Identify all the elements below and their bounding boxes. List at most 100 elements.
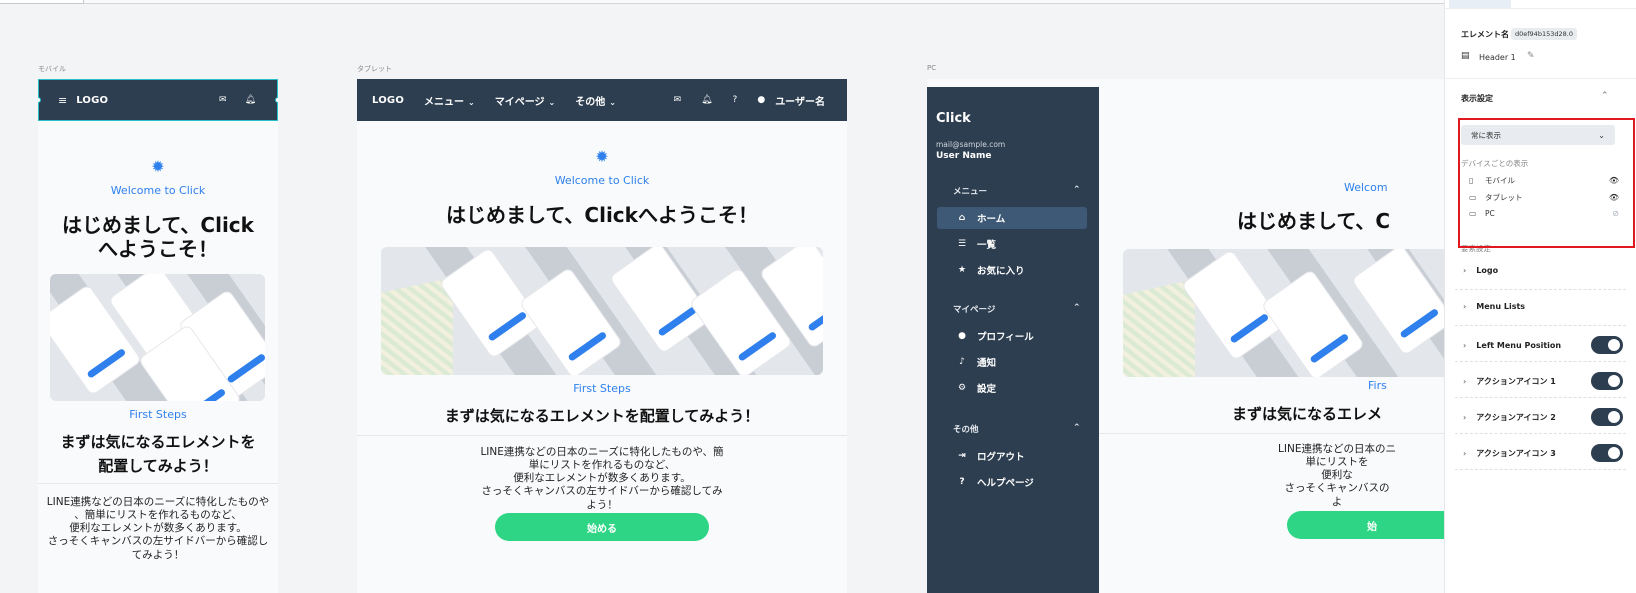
tablet-logo[interactable]: LOGO <box>372 95 404 106</box>
desc-line: てみよう！ <box>131 548 185 561</box>
divider <box>1455 469 1626 470</box>
mobile-steps-title-line2: 配置してみよう！ <box>98 457 218 475</box>
mobile-description: LINE連携などの日本のニーズに特化したものや 、簡単にリストを作れるものなど、… <box>42 496 274 562</box>
properties-panel: エレメント名 d0ef94b153d28.0 ▤ Header 1 ✎ 表示設定… <box>1444 0 1636 593</box>
nav-other[interactable]: その他 ⌄ <box>575 93 616 108</box>
chevron-up-icon[interactable]: ⌃ <box>1601 91 1609 101</box>
toggle-switch[interactable] <box>1591 408 1623 426</box>
pc-brand[interactable]: Click <box>936 111 971 126</box>
desc-line: 、簡単にリストを作れるものなど、 <box>74 509 242 522</box>
element-id-chip: d0ef94b153d28.0 <box>1511 28 1577 40</box>
bell-icon[interactable]: 🔔︎ <box>245 95 256 105</box>
settings-row-left-menu[interactable]: › Left Menu Position <box>1463 336 1623 354</box>
nav-menu[interactable]: メニュー ⌄ <box>424 93 475 108</box>
pencil-icon[interactable]: ✎ <box>1527 51 1535 61</box>
desc-line: LINE連携などの日本のニーズに特化したものや <box>46 496 270 508</box>
tablet-welcome: Welcome to Click <box>554 174 650 187</box>
gear-icon: ⚙ <box>957 383 967 393</box>
tablet-header[interactable]: LOGO メニュー ⌄ マイページ ⌄ その他 ⌄ ✉ 🔔︎ ? ● ユーザー名 <box>357 79 847 121</box>
start-button[interactable]: 始める <box>495 513 709 541</box>
sidebar-item-help[interactable]: ? ヘルプページ <box>937 471 1087 493</box>
sidebar-item-settings[interactable]: ⚙ 設定 <box>937 377 1087 399</box>
sun-icon: ✹ <box>151 157 165 176</box>
tab-style[interactable] <box>1449 0 1511 8</box>
chevron-right-icon: › <box>1463 412 1467 422</box>
desc-line: 便利な <box>1321 469 1353 482</box>
home-icon: ⌂ <box>958 213 966 223</box>
mobile-first-steps: First Steps <box>129 408 187 421</box>
highlight-box <box>1458 118 1635 248</box>
pc-welcome: Welcom <box>1344 181 1388 194</box>
display-settings-label[interactable]: 表示設定 <box>1461 93 1493 104</box>
section-menu[interactable]: メニュー ⌃ <box>953 185 1081 197</box>
start-button[interactable]: 始 <box>1287 511 1444 539</box>
tablet-frame[interactable]: LOGO メニュー ⌄ マイページ ⌄ その他 ⌄ ✉ 🔔︎ ? ● ユーザー名 ✹ … <box>357 79 847 593</box>
element-name-label: エレメント名 <box>1461 30 1509 39</box>
frame-label-pc: PC <box>927 64 937 72</box>
chevron-right-icon: › <box>1463 448 1467 458</box>
desc-line: LINE連携などの日本のニーズに特化したものや、簡 <box>480 446 724 458</box>
pc-frame[interactable]: Click mail@sample.com User Name メニュー ⌃ ⌂ ホ… <box>927 79 1444 593</box>
divider <box>1445 8 1636 9</box>
hamburger-icon[interactable]: ≡ <box>58 94 67 107</box>
canvas-tab[interactable] <box>0 0 84 4</box>
desc-line: よう！ <box>586 498 618 511</box>
toggle-switch[interactable] <box>1591 372 1623 390</box>
mobile-header[interactable]: ≡ LOGO ✉ 🔔︎ <box>38 79 278 121</box>
divider <box>357 435 847 436</box>
sidebar-item-profile[interactable]: ● プロフィール <box>937 325 1087 347</box>
pc-hero-image <box>1123 249 1444 377</box>
settings-row-action-icon-2[interactable]: › アクションアイコン 2 <box>1463 408 1623 426</box>
desc-line: LINE連携などの日本のニ <box>1278 443 1396 455</box>
help-icon: ? <box>959 477 965 487</box>
person-icon: ● <box>958 331 966 341</box>
divider <box>1099 433 1444 434</box>
pc-user-name: User Name <box>936 151 992 161</box>
canvas-top-strip <box>0 0 1444 4</box>
settings-row-logo[interactable]: › Logo <box>1463 266 1623 275</box>
sidebar-item-notifications[interactable]: ♪ 通知 <box>937 351 1087 373</box>
sidebar-item-list[interactable]: ☰ 一覧 <box>937 233 1087 255</box>
bell-icon[interactable]: 🔔︎ <box>701 95 712 105</box>
mail-icon[interactable]: ✉ <box>219 95 227 105</box>
user-icon[interactable]: ● <box>757 95 765 105</box>
chevron-right-icon: › <box>1463 266 1467 275</box>
divider <box>1455 397 1626 398</box>
help-icon[interactable]: ? <box>733 95 738 105</box>
chevron-right-icon: › <box>1463 376 1467 386</box>
sidebar-item-logout[interactable]: ⇥ ログアウト <box>937 445 1087 467</box>
tablet-title: はじめまして、Clickへようこそ！ <box>446 203 758 227</box>
desc-line: 単にリストを <box>1305 456 1369 469</box>
toggle-switch[interactable] <box>1591 444 1623 462</box>
mobile-hero-image <box>50 274 265 401</box>
section-mypage[interactable]: マイページ ⌃ <box>953 303 1081 315</box>
toggle-switch[interactable] <box>1591 336 1623 354</box>
settings-row-menu-lists[interactable]: › Menu Lists <box>1463 302 1623 311</box>
mobile-frame[interactable]: ≡ LOGO ✉ 🔔︎ ✹ Welcome to Click はじめまして、Cl… <box>38 79 278 593</box>
tablet-steps-title: まずは気になるエレメントを配置してみよう！ <box>444 407 760 425</box>
list-icon: ☰ <box>957 239 967 249</box>
resize-handle-right[interactable] <box>275 97 278 103</box>
mail-icon[interactable]: ✉ <box>674 95 682 105</box>
settings-row-action-icon-3[interactable]: › アクションアイコン 3 <box>1463 444 1623 462</box>
nav-mypage[interactable]: マイページ ⌄ <box>495 93 556 108</box>
bell-icon: ♪ <box>959 357 965 367</box>
mobile-logo[interactable]: LOGO <box>76 95 108 106</box>
divider <box>1455 289 1626 290</box>
chevron-up-icon: ⌃ <box>1073 303 1081 313</box>
section-other[interactable]: その他 ⌃ <box>953 423 1081 435</box>
pc-steps-title: まずは気になるエレメ <box>1232 405 1383 423</box>
tablet-hero-image <box>381 247 823 375</box>
tablet-first-steps: First Steps <box>573 382 631 395</box>
divider <box>1455 361 1626 362</box>
component-name: Header 1 <box>1479 53 1516 62</box>
sun-icon: ✹ <box>595 147 609 166</box>
divider <box>38 483 278 484</box>
pc-sidebar: Click mail@sample.com User Name メニュー ⌃ ⌂ ホ… <box>927 87 1099 593</box>
sidebar-item-favorites[interactable]: ★ お気に入り <box>937 259 1087 281</box>
mobile-welcome: Welcome to Click <box>110 184 206 197</box>
desc-line: 単にリストを作れるものなど、 <box>528 459 676 472</box>
settings-row-action-icon-1[interactable]: › アクションアイコン 1 <box>1463 372 1623 390</box>
user-name[interactable]: ユーザー名 <box>775 93 825 108</box>
sidebar-item-home[interactable]: ⌂ ホーム <box>937 207 1087 229</box>
